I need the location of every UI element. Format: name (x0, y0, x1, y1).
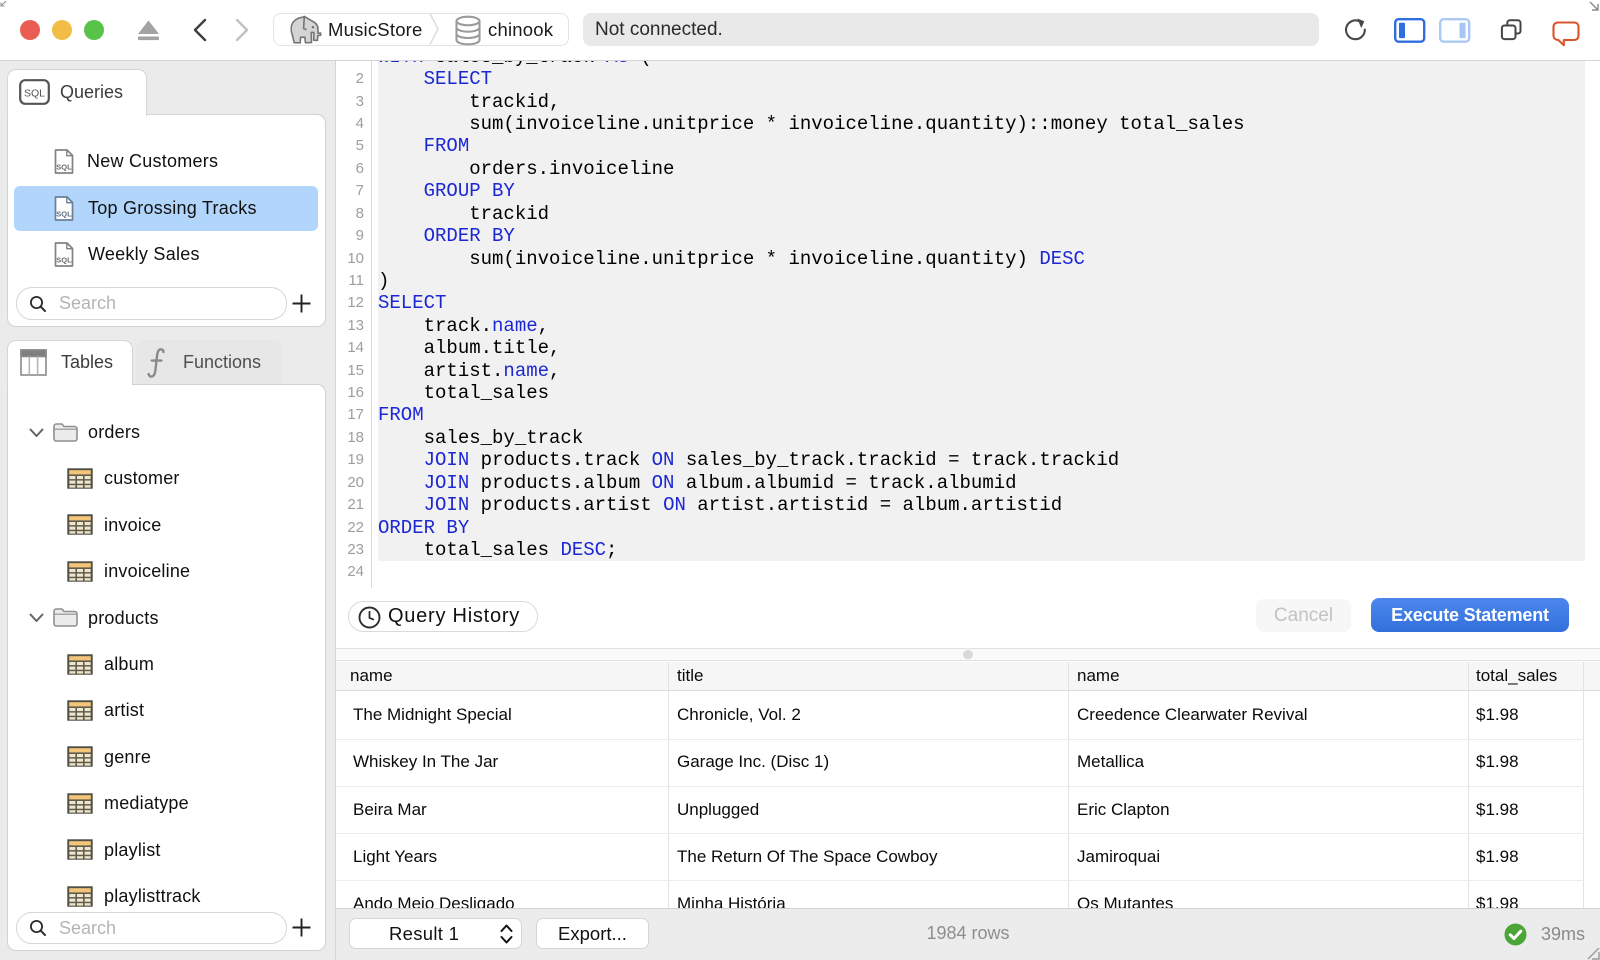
svg-text:SQL: SQL (56, 163, 72, 172)
svg-text:SQL: SQL (56, 256, 72, 265)
svg-text:SQL: SQL (56, 210, 72, 219)
svg-text:SQL: SQL (24, 88, 45, 100)
